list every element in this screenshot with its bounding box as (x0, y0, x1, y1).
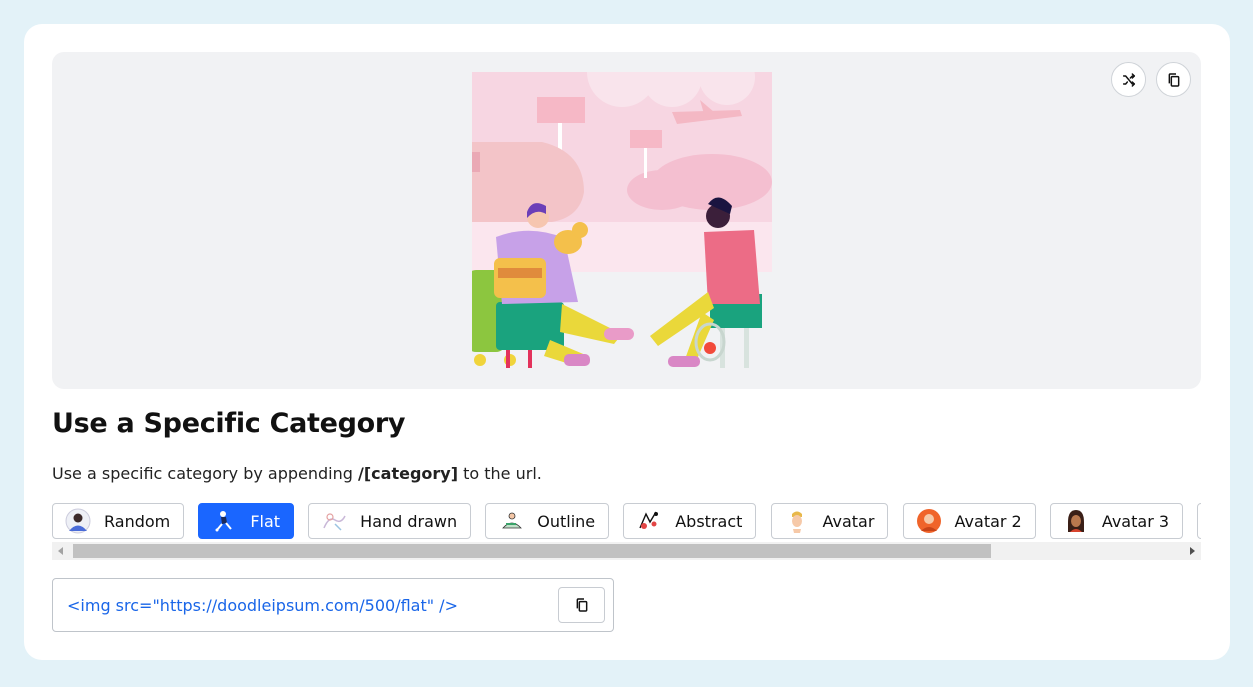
shuffle-button[interactable] (1111, 62, 1146, 97)
category-chip-abstract[interactable]: Abstract (623, 503, 757, 539)
copy-icon (576, 598, 587, 612)
avatar-thumb (784, 508, 810, 534)
triangle-right-icon (1189, 547, 1195, 555)
avatar-2-thumb (916, 508, 942, 534)
copy-icon (1168, 72, 1179, 87)
category-chip-avatar-4[interactable] (1197, 503, 1201, 539)
chip-label: Flat (250, 511, 281, 531)
category-chip-random[interactable]: Random (52, 503, 185, 539)
scroll-left-button[interactable] (52, 542, 69, 560)
image-preview (52, 52, 1201, 389)
scrollbar-thumb[interactable] (73, 544, 991, 558)
chip-label: Avatar 3 (1101, 511, 1170, 531)
category-chip-hand-drawn[interactable]: Hand drawn (308, 503, 472, 539)
category-chip-avatar[interactable]: Avatar (770, 503, 889, 539)
chip-label: Avatar 2 (954, 511, 1022, 531)
flat-figure-thumb (211, 508, 237, 534)
chip-label: Outline (537, 511, 596, 531)
category-selector: Random Flat Hand drawn Outline Abstract … (52, 503, 1201, 561)
category-chip-list: Random Flat Hand drawn Outline Abstract … (52, 503, 1201, 539)
description-suffix: to the url. (458, 464, 542, 483)
avatar-3-thumb (1063, 508, 1089, 534)
outline-thumb (498, 508, 524, 534)
chip-label: Avatar (822, 511, 875, 531)
horizontal-scrollbar[interactable] (52, 542, 1201, 560)
chip-label: Random (104, 511, 171, 531)
triangle-left-icon (57, 547, 63, 555)
copy-code-button[interactable] (558, 587, 605, 623)
category-chip-avatar-3[interactable]: Avatar 3 (1049, 503, 1184, 539)
flat-illustration (472, 72, 772, 368)
embed-code-snippet[interactable]: <img src="https://doodleipsum.com/500/fl… (67, 596, 458, 615)
random-avatar-thumb (65, 508, 91, 534)
scroll-right-button[interactable] (1184, 542, 1201, 560)
category-chip-outline[interactable]: Outline (485, 503, 610, 539)
copy-image-button[interactable] (1156, 62, 1191, 97)
section-title: Use a Specific Category (52, 408, 406, 439)
chip-label: Abstract (675, 511, 743, 531)
category-card: Use a Specific Category Use a specific c… (24, 24, 1230, 660)
embed-code-box: <img src="https://doodleipsum.com/500/fl… (52, 578, 614, 632)
description-prefix: Use a specific category by appending (52, 464, 358, 483)
shuffle-icon (1122, 72, 1135, 87)
section-description: Use a specific category by appending /[c… (52, 464, 542, 483)
category-chip-flat[interactable]: Flat (198, 503, 295, 539)
hand-drawn-thumb (321, 508, 347, 534)
chip-label: Hand drawn (360, 511, 458, 531)
abstract-thumb (636, 508, 662, 534)
category-path-code: /[category] (358, 464, 459, 483)
category-chip-avatar-2[interactable]: Avatar 2 (902, 503, 1036, 539)
